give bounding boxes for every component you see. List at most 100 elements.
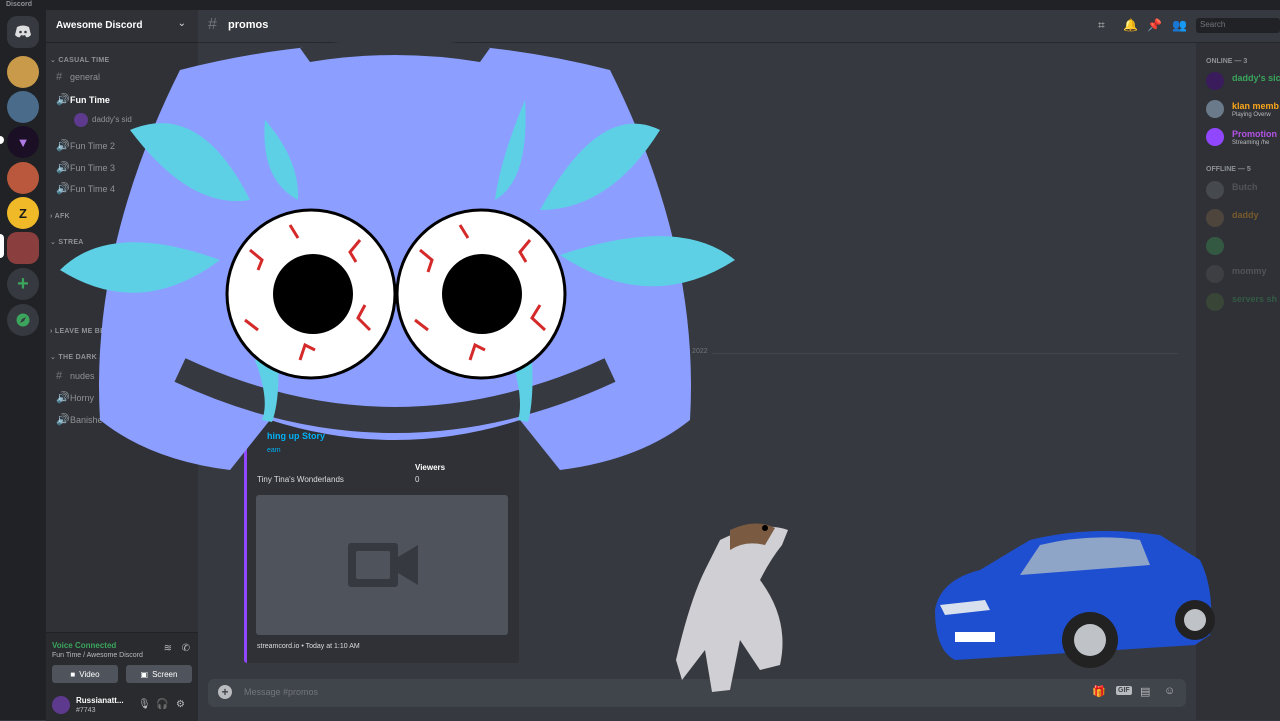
gif-button[interactable]: GIF bbox=[1116, 686, 1132, 695]
category-casual-time[interactable]: ⌄ CASUAL TIME bbox=[50, 56, 109, 64]
avatar bbox=[1206, 100, 1224, 118]
avatar bbox=[1206, 209, 1224, 227]
date-divider: r 7, 2022 bbox=[418, 348, 1178, 355]
avatar bbox=[1206, 293, 1224, 311]
member-list: ONLINE — 3 daddy's sic klan memb Playing … bbox=[1196, 43, 1280, 720]
avatar bbox=[1206, 265, 1224, 283]
viewers-label: Viewers bbox=[415, 463, 446, 472]
speaker-icon: 🔊 bbox=[56, 140, 70, 152]
gear-icon[interactable]: ⚙ bbox=[176, 699, 185, 710]
speaker-icon: 🔊 bbox=[56, 162, 70, 174]
message-text: corolla is now live on Twitch bbox=[282, 59, 393, 69]
member-item[interactable]: klan memb Playing Overw bbox=[1206, 98, 1280, 120]
member-item[interactable]: servers sh bbox=[1206, 291, 1280, 313]
threads-icon[interactable]: ⌗ bbox=[1098, 18, 1105, 33]
pin-icon[interactable]: 📌 bbox=[1147, 18, 1162, 32]
username: Russianatt... bbox=[76, 696, 124, 705]
search-input[interactable]: Search bbox=[1196, 18, 1280, 33]
hash-icon: # bbox=[56, 71, 63, 83]
avatar[interactable] bbox=[52, 696, 70, 714]
channel-banished[interactable]: 🔊Banished bbox=[56, 413, 190, 431]
unread-pill bbox=[0, 136, 4, 144]
guild-header[interactable]: Awesome Discord ⌄ bbox=[46, 10, 198, 43]
add-attachment-icon[interactable]: + bbox=[218, 685, 232, 699]
guild-name: Awesome Discord bbox=[56, 20, 143, 31]
game-name: Tiny Tina's Wonderlands bbox=[257, 475, 344, 484]
avatar bbox=[74, 113, 88, 127]
app-title: Discord bbox=[6, 1, 33, 8]
embed-footer: streamcord.io • Today at 1:10 AM bbox=[257, 643, 360, 650]
emoji-icon[interactable]: ☺ bbox=[1164, 685, 1175, 697]
channel-fun-time-2[interactable]: 🔊Fun Time 2 bbox=[56, 139, 190, 157]
member-item[interactable]: Promotion Streaming /he bbox=[1206, 126, 1280, 148]
message-list: corolla is now live on Twitch r 7, 2022 … bbox=[198, 43, 1190, 677]
avatar bbox=[1206, 181, 1224, 199]
voice-location[interactable]: Fun Time / Awesome Discord bbox=[52, 652, 143, 659]
sticker-icon[interactable]: ▤ bbox=[1140, 685, 1150, 698]
discord-home-icon[interactable] bbox=[7, 16, 39, 48]
hash-icon: # bbox=[56, 370, 63, 382]
member-item[interactable] bbox=[1206, 235, 1280, 257]
stream-thumbnail[interactable] bbox=[256, 495, 508, 635]
add-server-icon[interactable]: + bbox=[7, 268, 39, 300]
microphone-icon[interactable]: 🎙 bbox=[138, 699, 151, 710]
video-button[interactable]: ■ Video bbox=[52, 665, 118, 683]
disconnect-icon[interactable]: ✆ bbox=[182, 643, 190, 654]
member-item[interactable]: mommy bbox=[1206, 263, 1280, 285]
server-icon-5[interactable]: Z bbox=[7, 197, 39, 229]
category-stream[interactable]: ⌄ STREA bbox=[50, 238, 84, 246]
avatar bbox=[1206, 237, 1224, 255]
speaker-icon: 🔊 bbox=[56, 392, 70, 404]
channel-fun-time-4[interactable]: 🔊Fun Time 4 bbox=[56, 182, 190, 200]
member-list-icon[interactable]: 👥 bbox=[1172, 18, 1187, 32]
voice-member[interactable]: daddy's sid bbox=[74, 113, 132, 127]
avatar bbox=[1206, 72, 1224, 90]
message-composer[interactable]: + Message #promos 🎁 GIF ▤ ☺ bbox=[208, 679, 1186, 707]
camera-icon: ■ bbox=[70, 669, 76, 679]
server-icon-4[interactable] bbox=[7, 162, 39, 194]
avatar bbox=[1206, 128, 1224, 146]
screen-button[interactable]: ▣ Screen bbox=[126, 665, 192, 683]
member-item[interactable]: daddy's sic bbox=[1206, 70, 1280, 92]
server-icon-3[interactable]: ▼ bbox=[7, 126, 39, 158]
viewers-value: 0 bbox=[415, 475, 420, 484]
category-afk[interactable]: › AFK bbox=[50, 213, 70, 220]
channel-fun-time[interactable]: 🔊Fun Time bbox=[56, 93, 190, 111]
chevron-down-icon: ⌄ bbox=[177, 18, 186, 29]
channel-fun-time-3[interactable]: 🔊Fun Time 3 bbox=[56, 161, 190, 179]
title-bar: Discord bbox=[0, 0, 1280, 10]
bell-icon[interactable]: 🔔 bbox=[1123, 18, 1138, 32]
channel-nudes[interactable]: # nudes bbox=[56, 370, 190, 388]
member-item[interactable]: Butch bbox=[1206, 179, 1280, 201]
online-header: ONLINE — 3 bbox=[1206, 58, 1248, 65]
embed-title[interactable]: hing up Story bbox=[267, 431, 325, 441]
message-input[interactable]: Message #promos bbox=[244, 687, 318, 697]
screen-share-icon: ▣ bbox=[140, 669, 149, 679]
channel-name: promos bbox=[228, 19, 269, 31]
gift-icon[interactable]: 🎁 bbox=[1092, 685, 1106, 698]
server-icon-awesome-discord[interactable] bbox=[7, 232, 39, 264]
channel-sidebar: Awesome Discord ⌄ ⌄ CASUAL TIME # general… bbox=[46, 10, 198, 721]
stream-embed: hing up Story eam Viewers 0 Tiny Tina's … bbox=[244, 383, 519, 663]
category-leave-me-be[interactable]: › LEAVE ME BE bbox=[50, 328, 105, 335]
channel-horny[interactable]: 🔊Horny bbox=[56, 391, 190, 409]
server-icon-2[interactable] bbox=[7, 91, 39, 123]
waveform-icon[interactable]: ≋ bbox=[164, 643, 172, 654]
speaker-icon: 🔊 bbox=[56, 183, 70, 195]
explore-servers-icon[interactable] bbox=[7, 304, 39, 336]
video-camera-icon bbox=[348, 543, 418, 587]
selected-pill bbox=[0, 234, 4, 258]
channel-general[interactable]: # general bbox=[56, 71, 190, 89]
speaker-icon: 🔊 bbox=[56, 94, 70, 106]
member-item[interactable]: daddy bbox=[1206, 207, 1280, 229]
channel-header: # promos ⌗ 🔔 📌 👥 Search bbox=[198, 10, 1280, 43]
speaker-icon: 🔊 bbox=[56, 414, 70, 426]
server-icon-1[interactable] bbox=[7, 56, 39, 88]
hash-icon: # bbox=[208, 16, 217, 33]
user-panel: Russianatt... #7743 🎙 🎧 ⚙ bbox=[46, 689, 198, 721]
user-tag: #7743 bbox=[76, 707, 96, 714]
voice-status: Voice Connected bbox=[52, 641, 117, 650]
category-the-dark-zone[interactable]: ⌄ THE DARK Z bbox=[50, 353, 104, 361]
embed-subtitle[interactable]: eam bbox=[267, 447, 281, 454]
headphones-icon[interactable]: 🎧 bbox=[156, 699, 168, 710]
